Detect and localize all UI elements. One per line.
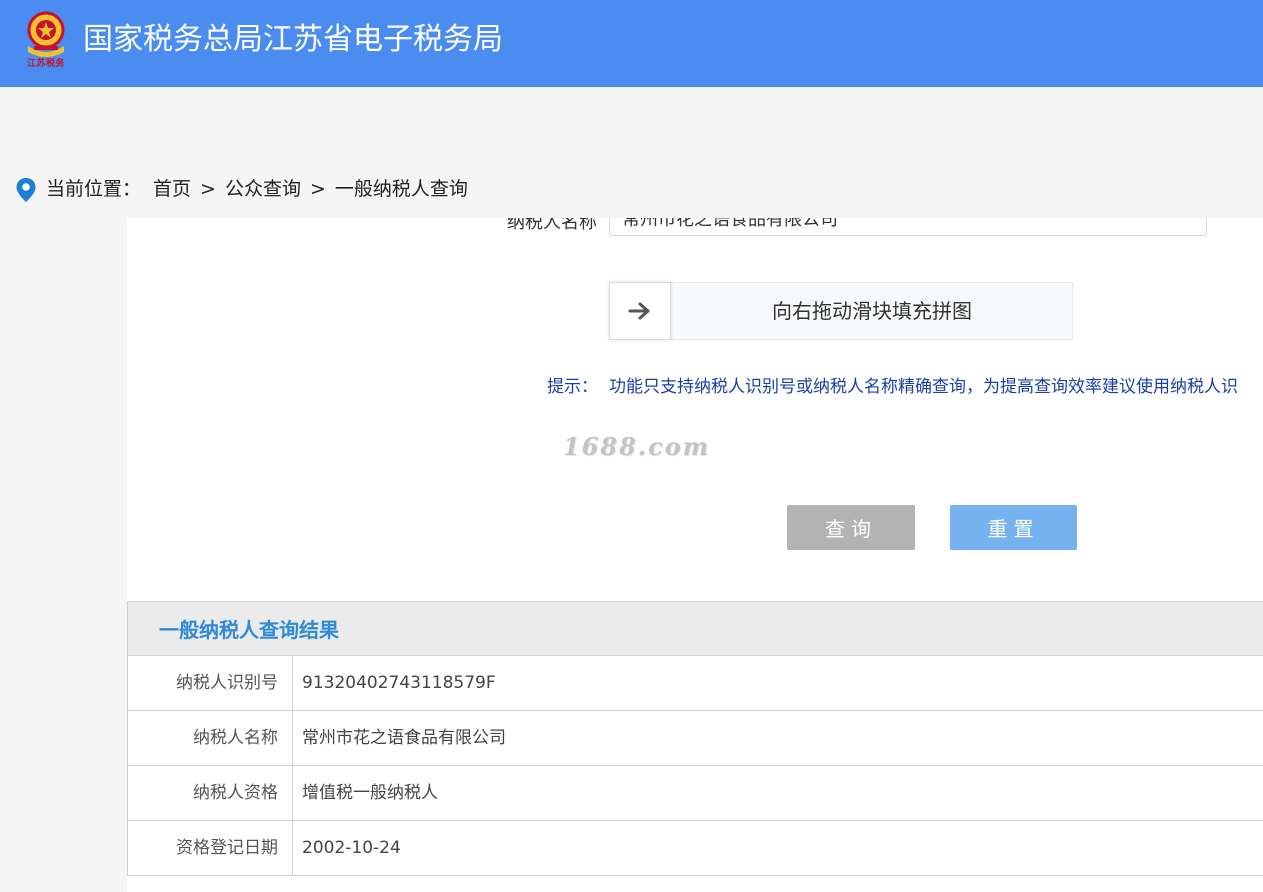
row-label: 纳税人识别号 bbox=[128, 656, 293, 710]
tip-label: 提示： bbox=[547, 377, 598, 397]
site-header: 江苏税务 国家税务总局江苏省电子税务局 bbox=[0, 0, 1263, 87]
breadcrumb-separator: > bbox=[309, 178, 326, 200]
table-row: 资格登记日期 2002-10-24 bbox=[127, 821, 1263, 876]
query-panel: 纳税人名称 向右拖动滑块填充拼图 提示： 功能只支持纳税人识别号或纳税人名称精确查… bbox=[127, 200, 1263, 892]
row-value: 91320402743118579F bbox=[302, 673, 496, 693]
table-row: 纳税人识别号 91320402743118579F bbox=[127, 656, 1263, 711]
slider-hint: 向右拖动滑块填充拼图 bbox=[772, 299, 972, 323]
breadcrumb: 当前位置： 首页 > 公众查询 > 一般纳税人查询 bbox=[46, 176, 468, 202]
reset-button[interactable]: 重置 bbox=[950, 505, 1077, 550]
site-title: 国家税务总局江苏省电子税务局 bbox=[83, 22, 503, 57]
results-table: 一般纳税人查询结果 纳税人识别号 91320402743118579F 纳税人名… bbox=[127, 601, 1263, 876]
breadcrumb-separator: > bbox=[200, 178, 216, 200]
arrow-right-icon bbox=[628, 302, 650, 320]
row-value: 常州市花之语食品有限公司 bbox=[302, 728, 506, 748]
query-button[interactable]: 查询 bbox=[787, 505, 915, 550]
breadcrumb-public-query[interactable]: 公众查询 bbox=[225, 178, 301, 200]
row-value: 2002-10-24 bbox=[302, 838, 401, 858]
breadcrumb-bar: 当前位置： 首页 > 公众查询 > 一般纳税人查询 bbox=[0, 170, 1263, 218]
tip-text: 功能只支持纳税人识别号或纳税人名称精确查询，为提高查询效率建议使用纳税人识 bbox=[609, 377, 1238, 397]
results-title: 一般纳税人查询结果 bbox=[159, 618, 339, 642]
slider-captcha[interactable]: 向右拖动滑块填充拼图 bbox=[609, 282, 1073, 340]
breadcrumb-home[interactable]: 首页 bbox=[153, 178, 191, 200]
logo-caption: 江苏税务 bbox=[26, 59, 65, 69]
slider-handle[interactable] bbox=[609, 282, 671, 340]
query-tip: 提示： 功能只支持纳税人识别号或纳税人名称精确查询，为提高查询效率建议使用纳税人识 bbox=[547, 372, 1238, 397]
watermark: 1688.com bbox=[563, 432, 711, 461]
row-label: 纳税人资格 bbox=[128, 766, 293, 820]
table-row: 纳税人资格 增值税一般纳税人 bbox=[127, 766, 1263, 821]
map-pin-icon bbox=[15, 177, 37, 203]
table-row: 纳税人名称 常州市花之语食品有限公司 bbox=[127, 711, 1263, 766]
row-label: 资格登记日期 bbox=[128, 821, 293, 875]
location-label: 当前位置： bbox=[46, 178, 142, 200]
results-header: 一般纳税人查询结果 bbox=[127, 602, 1263, 656]
row-value: 增值税一般纳税人 bbox=[302, 783, 438, 803]
row-label: 纳税人名称 bbox=[128, 711, 293, 765]
breadcrumb-current: 一般纳税人查询 bbox=[334, 178, 468, 200]
